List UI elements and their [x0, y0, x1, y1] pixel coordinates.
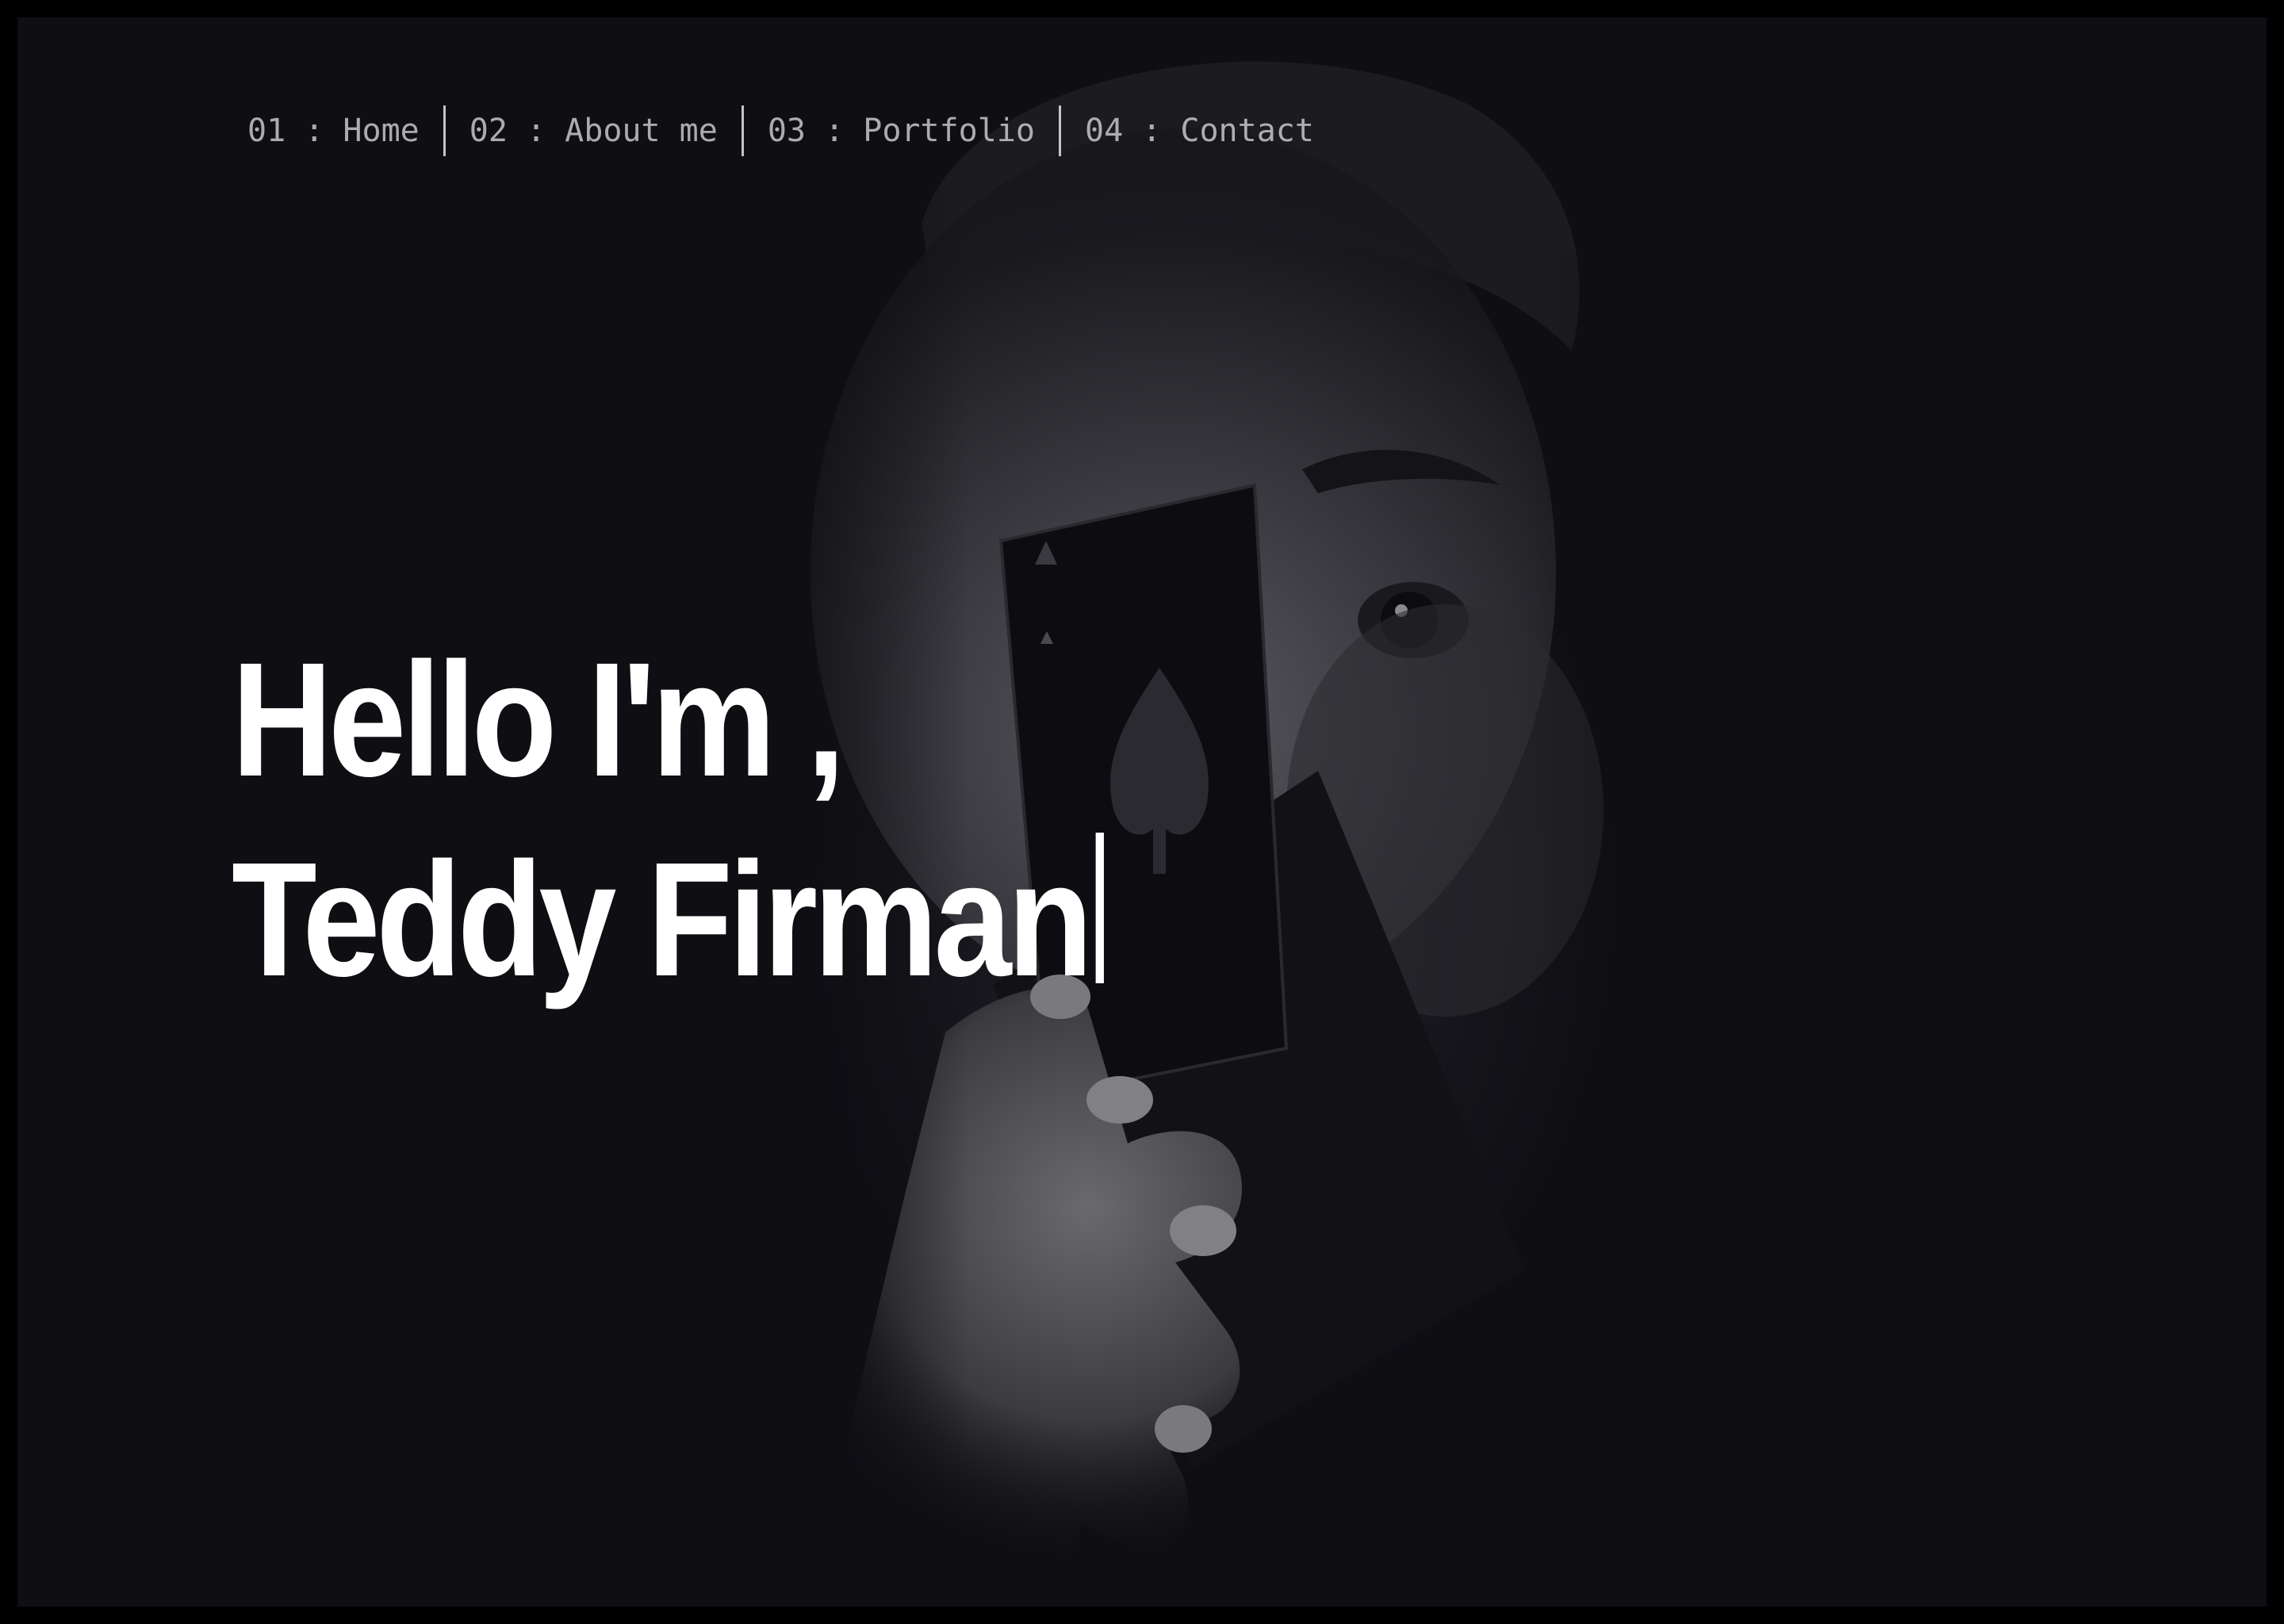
- nav-item-about-me[interactable]: 02 : About me: [446, 113, 742, 149]
- nav-item-portfolio[interactable]: 03 : Portfolio: [744, 113, 1059, 149]
- hero-name: Teddy Firman: [232, 829, 1093, 1010]
- hero-greeting: Hello I'm ,: [232, 629, 845, 810]
- hero-name-line: Teddy Firman: [232, 820, 1104, 1020]
- hero-headline: Hello I'm , Teddy Firman: [232, 620, 1104, 1020]
- nav-item-contact[interactable]: 04 : Contact: [1061, 113, 1338, 149]
- typing-cursor: [1095, 833, 1104, 983]
- top-navigation: 01 : Home 02 : About me 03 : Portfolio 0…: [247, 95, 1338, 167]
- hero-section: 01 : Home 02 : About me 03 : Portfolio 0…: [17, 17, 2267, 1607]
- page-frame: 01 : Home 02 : About me 03 : Portfolio 0…: [0, 0, 2284, 1624]
- nav-item-home[interactable]: 01 : Home: [247, 113, 443, 149]
